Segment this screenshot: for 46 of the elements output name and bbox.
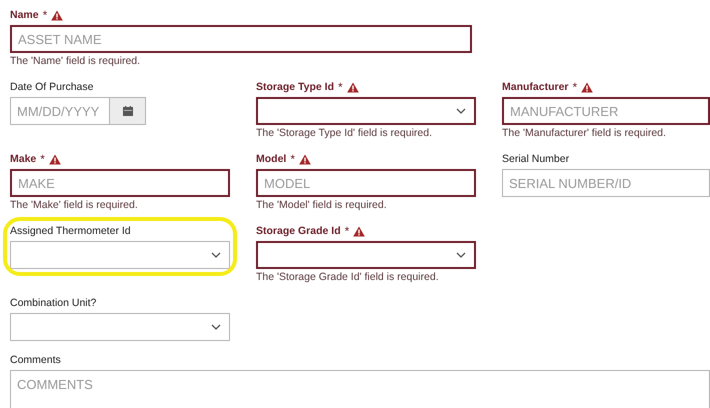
calendar-button[interactable]	[110, 97, 146, 125]
error-message: The 'Make' field is required.	[10, 198, 139, 212]
field-label: Storage Grade Id	[256, 225, 341, 237]
dropdown-field[interactable]	[256, 241, 476, 269]
field-label: Model	[256, 153, 286, 165]
required-mark: *	[344, 224, 350, 238]
required-mark: *	[572, 80, 578, 94]
warning-icon	[299, 154, 312, 164]
field-label: Date Of Purchase	[10, 81, 94, 93]
text-field[interactable]: MAKE	[10, 169, 230, 197]
chevron-down-icon	[456, 108, 466, 114]
chevron-down-icon	[456, 252, 466, 258]
field-label: Assigned Thermometer Id	[10, 225, 131, 237]
error-message: The 'Storage Type Id' field is required.	[256, 126, 433, 140]
required-mark: *	[290, 152, 296, 166]
field-label: Serial Number	[502, 153, 570, 165]
error-message: The 'Model' field is required.	[256, 198, 388, 212]
warning-icon	[346, 82, 359, 92]
field-label: Storage Type Id	[256, 81, 334, 93]
field-label: Comments	[10, 354, 61, 366]
date-field[interactable]: MM/DD/YYYY	[10, 97, 110, 125]
warning-icon	[51, 10, 64, 20]
field-label: Manufacturer	[502, 81, 569, 93]
text-field[interactable]: MANUFACTURER	[502, 97, 710, 125]
error-message: The 'Storage Grade Id' field is required.	[256, 270, 440, 284]
warning-icon	[48, 154, 61, 164]
required-mark: *	[338, 80, 343, 94]
text-field[interactable]: ASSET NAME	[10, 25, 472, 53]
comments-field[interactable]: COMMENTS	[10, 370, 710, 408]
required-mark: *	[42, 8, 48, 22]
text-field[interactable]: MODEL	[256, 169, 476, 197]
required-mark: *	[40, 152, 45, 166]
field-label: Name	[10, 9, 39, 21]
field-label: Make	[10, 153, 36, 165]
chevron-down-icon	[211, 252, 221, 258]
dropdown-field[interactable]	[256, 97, 476, 125]
field-label: Combination Unit?	[10, 297, 96, 309]
dropdown-field[interactable]	[10, 313, 230, 341]
text-field[interactable]: SERIAL NUMBER/ID	[502, 169, 710, 197]
error-message: The 'Manufacturer' field is required.	[502, 126, 667, 140]
error-message: The 'Name' field is required.	[10, 54, 142, 68]
chevron-down-icon	[211, 324, 221, 330]
warning-icon	[581, 82, 594, 92]
warning-icon	[353, 226, 366, 236]
calendar-icon	[122, 106, 132, 116]
dropdown-field[interactable]	[10, 241, 230, 269]
